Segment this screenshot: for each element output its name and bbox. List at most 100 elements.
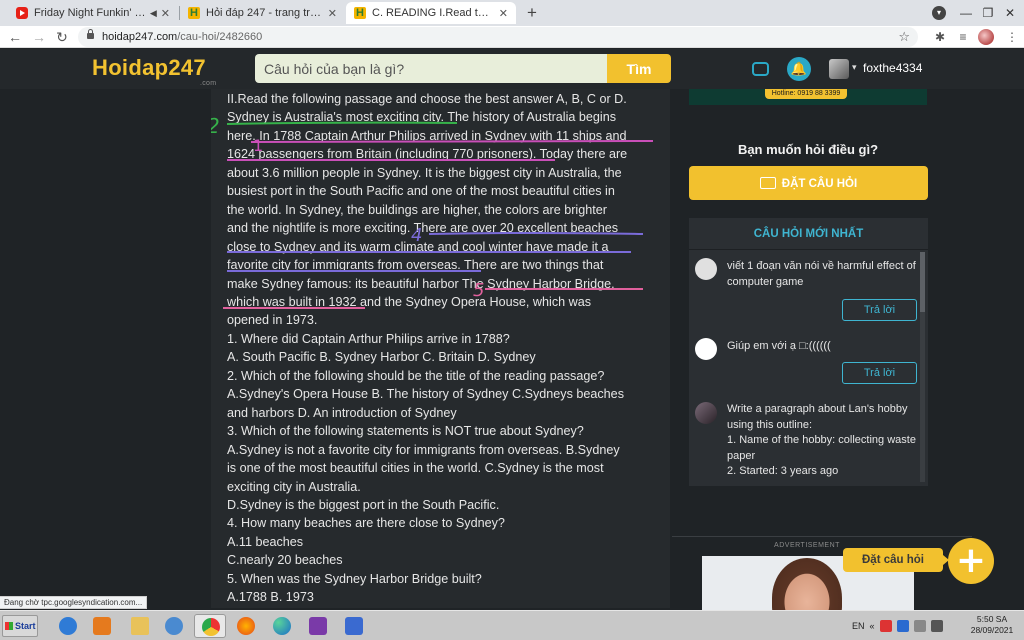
tray-app-icon[interactable] (896, 620, 909, 632)
passage-line: busiest port in the South Pacific and on… (227, 184, 615, 199)
tab-hoidap-home[interactable]: H Hỏi đáp 247 - trang tra lời ✕ (180, 2, 345, 24)
reply-button[interactable]: Trả lời (842, 362, 917, 384)
ask-question-button[interactable]: ĐẶT CÂU HỎI (689, 166, 928, 200)
ask-button-label: ĐẶT CÂU HỎI (781, 177, 858, 190)
ie-icon[interactable] (52, 614, 84, 638)
menu-kebab-icon[interactable]: ⋮ (1004, 29, 1020, 45)
search-button[interactable]: Tìm (607, 54, 671, 83)
question-text[interactable]: Write a paragraph about Lan's hobby usin… (727, 402, 917, 480)
tab-question[interactable]: H C. READING I.Read the information... ✕ (346, 2, 516, 24)
back-icon[interactable]: ← (6, 28, 24, 46)
start-button[interactable]: Start (2, 615, 38, 637)
clock-date: 28/09/2021 (970, 625, 1014, 635)
passage-line: 5. When was the Sydney Harbor Bridge bui… (227, 571, 482, 586)
annotation-2: 2 (211, 114, 220, 138)
firefox-icon[interactable] (230, 614, 262, 638)
tray-arrow-icon[interactable]: « (870, 621, 875, 631)
passage-line: favorite city for immigrants from overse… (227, 258, 604, 273)
game-icon[interactable] (302, 614, 334, 638)
app-icon[interactable] (338, 614, 370, 638)
chrome-icon[interactable] (194, 614, 226, 638)
passage-line: the world. In Sydney, the buildings are … (227, 202, 607, 217)
fab-tooltip[interactable]: Đặt câu hỏi (843, 548, 949, 572)
chevron-down-icon[interactable]: ▾ (852, 62, 857, 73)
question-text[interactable]: Giúp em với ạ □:(((((( (727, 339, 917, 355)
network-tray-icon[interactable] (913, 620, 926, 632)
passage-line: and harbors D. An introduction of Sydney (227, 405, 457, 420)
newest-questions-panel: CÂU HỎI MỚI NHẤT viết 1 đoạn văn nói về … (689, 218, 928, 486)
username[interactable]: foxthe4334 (863, 61, 922, 75)
hotline-text: Hotline: 0919 88 3399 (765, 89, 847, 99)
extensions-icon[interactable]: ✱ (932, 29, 948, 45)
site-header: Hoidap247 .com Tìm 🔔 ▾ foxthe4334 (0, 49, 1024, 89)
profile-avatar[interactable] (978, 29, 994, 45)
clock-time: 5:50 SA (976, 614, 1008, 624)
clock[interactable]: 5:50 SA 28/09/2021 (962, 614, 1022, 636)
antivirus-icon[interactable] (879, 620, 892, 632)
passage-line: 1624 passengers from Britain (including … (227, 147, 628, 162)
passage-line: A.1788 B. 1973 (227, 590, 314, 605)
youtube-icon (16, 7, 28, 19)
passage-line: A.Sydney is not a favorite city for immi… (227, 442, 620, 457)
divider (672, 536, 972, 537)
tab-youtube[interactable]: Friday Night Funkin' VS Camell... ◀ ✕ (8, 2, 178, 24)
passage-line: close to Sydney and its warm climate and… (227, 239, 609, 254)
reading-list-icon[interactable]: ≡ (955, 29, 971, 45)
avatar[interactable] (695, 258, 717, 280)
hotline-banner[interactable]: Hotline: 0919 88 3399 (689, 89, 927, 105)
url-path: /cau-hoi/2482660 (177, 31, 263, 43)
site-logo[interactable]: Hoidap247 .com (92, 55, 216, 87)
language-indicator[interactable]: EN (852, 621, 865, 631)
avatar[interactable] (695, 338, 717, 360)
passage-line: D.Sydney is the biggest port in the Sout… (227, 497, 500, 512)
user-avatar[interactable] (829, 59, 849, 79)
media-player-icon[interactable] (86, 614, 118, 638)
passage-line: A.11 beaches (227, 534, 304, 549)
close-tab-icon[interactable]: ✕ (499, 7, 508, 20)
edge-icon[interactable] (266, 614, 298, 638)
notification-bell-icon[interactable]: 🔔 (787, 57, 811, 81)
lock-icon (87, 29, 94, 39)
browser-toolbar: ← → ↻ hoidap247.com/cau-hoi/2482660 ☆ ✱ … (0, 26, 1024, 48)
passage-line: 3. Which of the following statements is … (227, 424, 584, 439)
tab-search-icon[interactable]: ▾ (932, 6, 946, 20)
passage-line: exciting city in Australia. (227, 479, 361, 494)
close-tab-icon[interactable]: ✕ (161, 7, 170, 20)
audio-icon[interactable]: ◀ (150, 8, 157, 19)
forward-icon[interactable]: → (30, 28, 48, 46)
panel-scrollbar[interactable] (920, 252, 925, 482)
volume-icon[interactable] (930, 620, 943, 632)
question-text[interactable]: viết 1 đoạn văn nói về harmful effect of… (727, 259, 917, 290)
reply-button[interactable]: Trả lời (842, 299, 917, 321)
avatar[interactable] (695, 402, 717, 424)
tab-title: Hỏi đáp 247 - trang tra lời (206, 7, 324, 19)
newest-questions-title: CÂU HỎI MỚI NHẤT (689, 218, 928, 250)
question-content: II.Read the following passage and choose… (211, 89, 670, 608)
browser-tab-strip: Friday Night Funkin' VS Camell... ◀ ✕ H … (0, 0, 1024, 26)
network-icon[interactable] (158, 614, 190, 638)
passage-line: C.nearly 20 beaches (227, 553, 343, 568)
search-input[interactable] (255, 54, 607, 83)
hoidap-favicon: H (354, 7, 366, 19)
minimize-icon[interactable]: — (955, 6, 977, 20)
passage-line: and the nightlife is more exciting. Ther… (227, 221, 619, 236)
scroll-thumb[interactable] (920, 252, 925, 312)
add-question-fab-button[interactable]: + (948, 538, 994, 584)
new-tab-button[interactable]: + (522, 3, 542, 23)
explorer-icon[interactable] (124, 614, 156, 638)
reload-icon[interactable]: ↻ (53, 28, 71, 46)
passage-line: about 3.6 million people in Sydney. It i… (227, 165, 622, 180)
passage-line: which was built in 1932 and the Sydney O… (227, 294, 592, 309)
chat-icon[interactable] (752, 62, 769, 76)
address-bar[interactable]: hoidap247.com/cau-hoi/2482660 ☆ (78, 27, 918, 47)
close-window-icon[interactable]: ✕ (999, 6, 1021, 20)
passage-line: make Sydney famous: its beautiful harbor… (227, 276, 615, 291)
passage-line: Sydney is Australia's most exciting city… (227, 110, 617, 125)
passage-line: is one of the most beautiful cities in t… (227, 461, 604, 476)
windows-taskbar: Start EN « 5:50 SA 28/09/2021 (0, 610, 1024, 640)
close-tab-icon[interactable]: ✕ (328, 7, 337, 20)
restore-icon[interactable]: ❐ (977, 6, 999, 20)
ask-icon (759, 176, 776, 189)
passage-line: 1. Where did Captain Arthur Philips arri… (227, 331, 510, 346)
bookmark-star-icon[interactable]: ☆ (898, 27, 910, 47)
